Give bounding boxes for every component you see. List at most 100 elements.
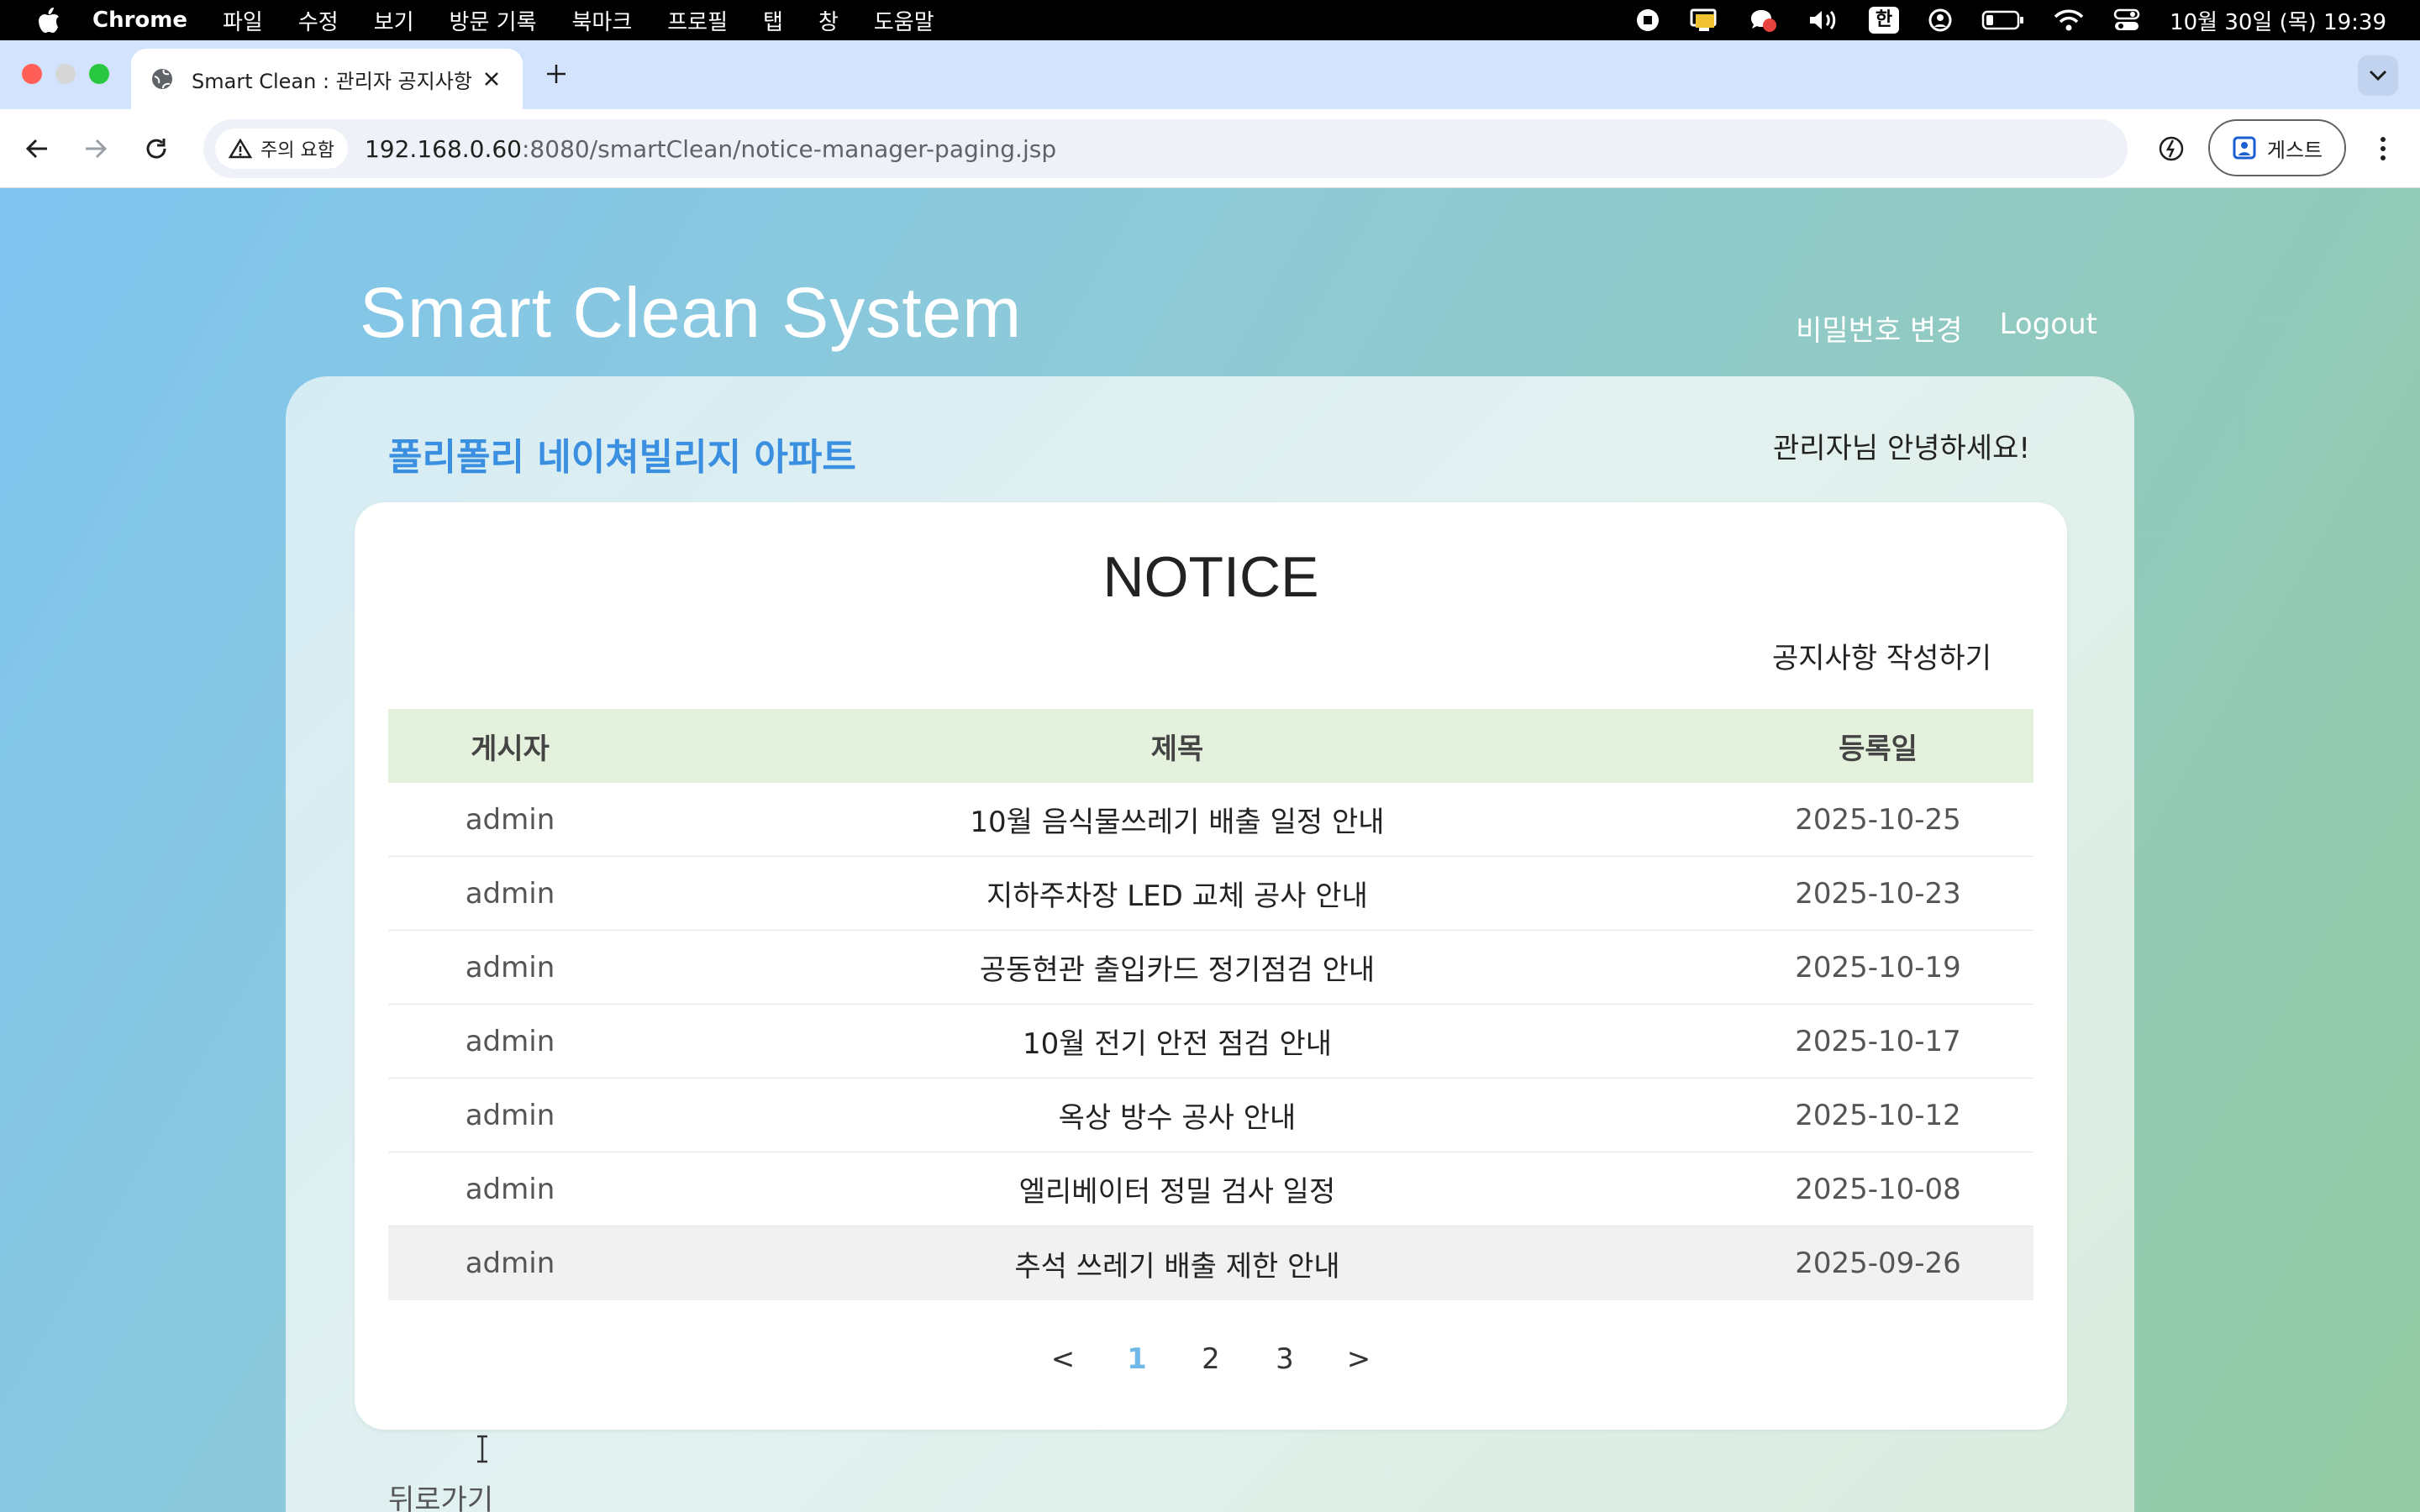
pagination-next[interactable]: > <box>1346 1342 1371 1376</box>
macos-menu-bar: Chrome 파일 수정 보기 방문 기록 북마크 프로필 탭 창 도움말 한 <box>0 0 2420 40</box>
text-cursor-icon <box>474 1435 491 1463</box>
input-method-indicator[interactable]: 한 <box>1868 7 1900 34</box>
browser-tab-active[interactable]: Smart Clean : 관리자 공지사항 <box>131 49 523 109</box>
table-row[interactable]: admin 추석 쓰레기 배출 제한 안내 2025-09-26 <box>388 1226 2033 1300</box>
menu-view[interactable]: 보기 <box>374 5 414 36</box>
row-date: 2025-10-17 <box>1795 1024 1961 1058</box>
pagination-page-2[interactable]: 2 <box>1198 1342 1223 1376</box>
menu-help[interactable]: 도움말 <box>874 5 934 36</box>
menu-profiles[interactable]: 프로필 <box>667 5 728 36</box>
row-title-link[interactable]: 10월 음식물쓰레기 배출 일정 안내 <box>632 799 1723 840</box>
menubar-status-area: 한 10월 30일 (목) 19:39 <box>1635 0 2386 40</box>
column-header-author: 게시자 <box>471 732 550 766</box>
control-center-icon[interactable] <box>2112 8 2141 33</box>
notice-heading: NOTICE <box>1102 545 1319 609</box>
guest-profile-button[interactable]: 게스트 <box>2208 119 2346 176</box>
row-date: 2025-10-19 <box>1795 950 1961 984</box>
row-title-link[interactable]: 추석 쓰레기 배출 제한 안내 <box>632 1243 1723 1284</box>
apple-icon[interactable] <box>30 8 67 33</box>
menu-bookmarks[interactable]: 북마크 <box>572 5 633 36</box>
volume-icon[interactable] <box>1807 8 1840 33</box>
admin-greeting: 관리자님 안녕하세요! <box>1773 432 2030 465</box>
globe-icon <box>150 66 175 92</box>
table-row[interactable]: admin 지하주차장 LED 교체 공사 안내 2025-10-23 <box>388 857 2033 931</box>
menu-app-name[interactable]: Chrome <box>92 8 187 33</box>
notice-table: 게시자 제목 등록일 admin 10월 음식물쓰레기 배출 일정 안내 202… <box>388 709 2033 1300</box>
row-author: admin <box>465 1172 555 1206</box>
table-row[interactable]: admin 엘리베이터 정밀 검사 일정 2025-10-08 <box>388 1152 2033 1226</box>
url-host: 192.168.0.60 <box>364 134 522 163</box>
menubar-clock[interactable]: 10월 30일 (목) 19:39 <box>2170 5 2386 36</box>
menu-window[interactable]: 창 <box>818 5 839 36</box>
url-text[interactable]: 192.168.0.60:8080/smartClean/notice-mana… <box>365 135 1056 163</box>
row-title-link[interactable]: 10월 전기 안전 점검 안내 <box>632 1021 1723 1062</box>
display-mirror-icon[interactable] <box>1689 8 1719 33</box>
table-row[interactable]: admin 옥상 방수 공사 안내 2025-10-12 <box>388 1079 2033 1152</box>
new-tab-plus-icon[interactable] <box>541 59 571 89</box>
forward-arrow-icon[interactable] <box>77 130 114 167</box>
top-navigation: 비밀번호 변경 Logout <box>1796 307 2097 349</box>
column-header-title: 제목 <box>1150 732 1204 766</box>
more-vertical-icon[interactable] <box>2365 130 2402 167</box>
write-notice-link[interactable]: 공지사항 작성하기 <box>1772 635 1991 676</box>
row-date: 2025-10-23 <box>1795 876 1961 911</box>
row-author: admin <box>465 950 555 984</box>
row-title-link[interactable]: 지하주차장 LED 교체 공사 안내 <box>632 873 1723 914</box>
menu-tab[interactable]: 탭 <box>763 5 783 36</box>
pagination-page-3[interactable]: 3 <box>1272 1342 1297 1376</box>
change-password-link[interactable]: 비밀번호 변경 <box>1796 307 1963 349</box>
wifi-icon[interactable] <box>2054 8 2084 32</box>
row-date: 2025-10-25 <box>1795 802 1961 837</box>
tab-title: Smart Clean : 관리자 공지사항 <box>192 69 472 93</box>
row-author: admin <box>465 1098 555 1132</box>
pagination: < 1 2 3 > <box>355 1342 2067 1376</box>
browser-toolbar: 주의 요함 192.168.0.60:8080/smartClean/notic… <box>0 109 2420 188</box>
menu-file[interactable]: 파일 <box>223 5 263 36</box>
security-warning-chip[interactable]: 주의 요함 <box>215 129 348 169</box>
row-author: admin <box>465 1247 555 1280</box>
row-date: 2025-09-26 <box>1795 1247 1961 1280</box>
table-row[interactable]: admin 10월 음식물쓰레기 배출 일정 안내 2025-10-25 <box>388 783 2033 857</box>
table-row[interactable]: admin 10월 전기 안전 점검 안내 2025-10-17 <box>388 1005 2033 1079</box>
battery-icon[interactable] <box>1981 9 2025 31</box>
row-author: admin <box>465 802 555 837</box>
row-title-link[interactable]: 공동현관 출입카드 정기점검 안내 <box>632 947 1723 988</box>
web-page: Smart Clean System 비밀번호 변경 Logout 폴리폴리 네… <box>0 188 2420 1512</box>
security-chip-label: 주의 요함 <box>260 140 334 161</box>
table-row[interactable]: admin 공동현관 출입카드 정기점검 안내 2025-10-19 <box>388 931 2033 1005</box>
apartment-name: 폴리폴리 네이쳐빌리지 아파트 <box>388 436 856 479</box>
back-link[interactable]: 뒤로가기 <box>388 1477 493 1512</box>
url-path: :8080/smartClean/notice-manager-paging.j… <box>522 134 1057 163</box>
user-account-icon[interactable] <box>1928 8 1953 33</box>
pagination-prev[interactable]: < <box>1050 1342 1076 1376</box>
tab-close-icon[interactable] <box>479 66 504 92</box>
window-minimize-button[interactable] <box>55 64 76 84</box>
row-date: 2025-10-08 <box>1795 1172 1961 1206</box>
row-title-link[interactable]: 엘리베이터 정밀 검사 일정 <box>632 1168 1723 1210</box>
menu-edit[interactable]: 수정 <box>298 5 339 36</box>
window-zoom-button[interactable] <box>89 64 109 84</box>
profile-icon <box>2233 136 2256 160</box>
table-header: 게시자 제목 등록일 <box>388 709 2033 783</box>
row-title-link[interactable]: 옥상 방수 공사 안내 <box>632 1095 1723 1136</box>
screen-record-icon[interactable] <box>1635 8 1660 33</box>
menu-history[interactable]: 방문 기록 <box>450 5 537 36</box>
site-brand-title: Smart Clean System <box>360 273 1023 352</box>
tab-search-chevron-icon[interactable] <box>2358 55 2398 96</box>
main-panel: 폴리폴리 네이쳐빌리지 아파트 관리자님 안녕하세요! NOTICE 공지사항 … <box>286 376 2134 1512</box>
back-arrow-icon[interactable] <box>18 130 55 167</box>
row-author: admin <box>465 876 555 911</box>
address-bar[interactable]: 주의 요함 192.168.0.60:8080/smartClean/notic… <box>203 119 2128 178</box>
window-close-button[interactable] <box>22 64 42 84</box>
performance-leaf-icon[interactable] <box>2153 130 2190 167</box>
chat-notification-icon[interactable] <box>1748 7 1778 34</box>
browser-tab-strip: Smart Clean : 관리자 공지사항 <box>0 40 2420 109</box>
row-author: admin <box>465 1024 555 1058</box>
guest-label: 게스트 <box>2266 138 2323 162</box>
warning-triangle-icon <box>229 138 252 159</box>
reload-icon[interactable] <box>138 130 175 167</box>
pagination-page-1[interactable]: 1 <box>1124 1342 1150 1376</box>
logout-link[interactable]: Logout <box>2000 307 2097 349</box>
notice-card: NOTICE 공지사항 작성하기 게시자 제목 등록일 admin 10월 음식… <box>355 502 2067 1430</box>
column-header-date: 등록일 <box>1839 732 1918 766</box>
